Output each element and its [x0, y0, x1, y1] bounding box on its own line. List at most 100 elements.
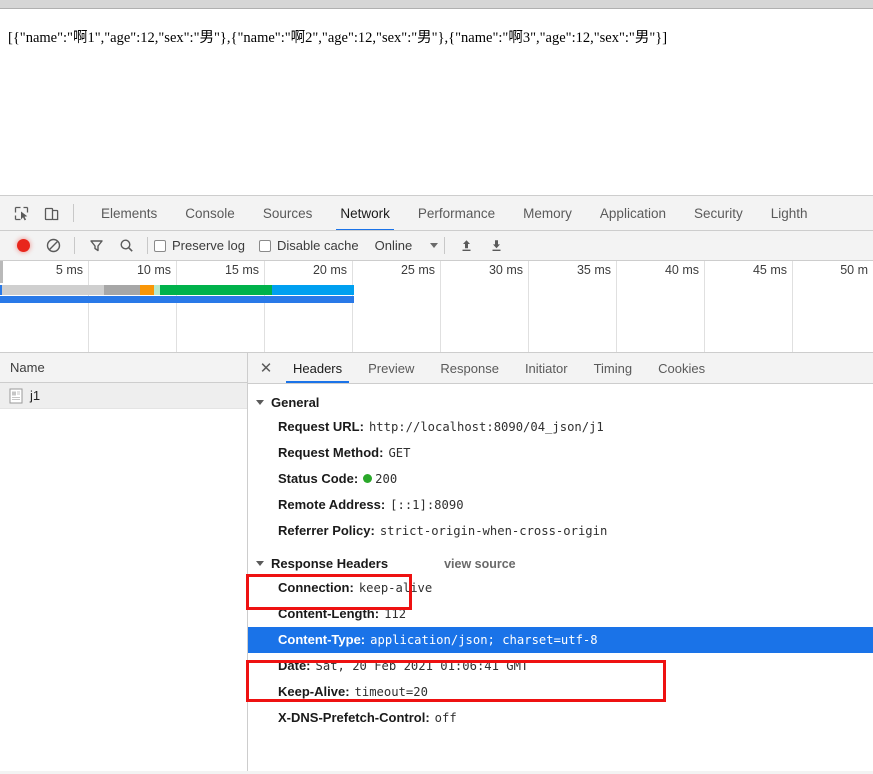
- section-general-title[interactable]: General: [248, 391, 873, 414]
- header-key: Content-Type:: [278, 632, 366, 647]
- close-icon[interactable]: ✕: [252, 353, 280, 383]
- request-row-j1[interactable]: j1: [0, 383, 247, 409]
- header-value: off: [434, 711, 457, 725]
- device-toolbar-icon[interactable]: [36, 198, 66, 228]
- chevron-down-icon: [430, 243, 439, 248]
- tab-label: Lighth: [770, 205, 808, 221]
- request-list-header[interactable]: Name: [0, 353, 247, 383]
- tab-label: Network: [340, 205, 390, 221]
- overview-tick-label: 20 ms: [312, 263, 347, 277]
- tab-label: Timing: [593, 360, 633, 376]
- overview-tick-label: 45 ms: [752, 263, 787, 277]
- network-overview[interactable]: 5 ms 10 ms 15 ms 20 ms 25 ms 30 ms 35 ms…: [0, 261, 873, 353]
- search-icon[interactable]: [111, 232, 141, 260]
- header-row-request-method[interactable]: Request Method: GET: [248, 440, 873, 466]
- tab-elements[interactable]: Elements: [87, 196, 171, 230]
- document-icon: [9, 388, 23, 404]
- toolbar-divider: [73, 204, 74, 222]
- tab-application[interactable]: Application: [586, 196, 680, 230]
- tab-sources[interactable]: Sources: [249, 196, 327, 230]
- header-key: Content-Length:: [278, 606, 380, 621]
- overview-tick-label: 10 ms: [136, 263, 171, 277]
- headers-body: General Request URL: http://localhost:80…: [248, 384, 873, 731]
- tab-label: Console: [185, 205, 235, 221]
- header-row-content-type[interactable]: Content-Type: application/json; charset=…: [248, 627, 873, 653]
- overview-tick-label: 50 m: [840, 263, 868, 277]
- header-row-content-length[interactable]: Content-Length: 112: [248, 601, 873, 627]
- tab-network[interactable]: Network: [326, 196, 404, 230]
- preserve-log-label: Preserve log: [172, 238, 245, 253]
- header-key: Keep-Alive:: [278, 684, 350, 699]
- devtools-panel-tabs: Elements Console Sources Network Perform…: [87, 196, 822, 230]
- devtools-main-toolbar: Elements Console Sources Network Perform…: [0, 196, 873, 231]
- section-response-headers-title[interactable]: Response Headers view source: [248, 552, 873, 575]
- tab-label: Cookies: [658, 360, 706, 376]
- network-lower-split: Name j1 ✕ Headers Preview Response Initi…: [0, 353, 873, 771]
- header-row-status-code[interactable]: Status Code: 200: [248, 466, 873, 492]
- header-key: Request Method:: [278, 445, 384, 460]
- header-value: 112: [384, 607, 407, 621]
- header-row-request-url[interactable]: Request URL: http://localhost:8090/04_js…: [248, 414, 873, 440]
- overview-tick-label: 25 ms: [400, 263, 435, 277]
- header-row-referrer-policy[interactable]: Referrer Policy: strict-origin-when-cros…: [248, 518, 873, 544]
- header-value: strict-origin-when-cross-origin: [379, 524, 608, 538]
- filter-icon[interactable]: [81, 232, 111, 260]
- inspect-element-icon[interactable]: [6, 198, 36, 228]
- overview-tick-label: 5 ms: [55, 263, 83, 277]
- header-value: application/json; charset=utf-8: [370, 633, 598, 647]
- import-har-icon[interactable]: [451, 232, 481, 260]
- header-value: 200: [375, 472, 398, 486]
- header-value: Sat, 20 Feb 2021 01:06:41 GMT: [315, 659, 529, 673]
- header-row-connection[interactable]: Connection: keep-alive: [248, 575, 873, 601]
- view-source-link[interactable]: view source: [444, 557, 516, 571]
- throttling-select[interactable]: Online: [373, 238, 439, 253]
- request-details-pane: ✕ Headers Preview Response Initiator Tim…: [248, 353, 873, 771]
- overview-bar-row-secondary: [0, 296, 873, 303]
- header-row-remote-address[interactable]: Remote Address: [::1]:8090: [248, 492, 873, 518]
- tab-preview[interactable]: Preview: [355, 353, 427, 383]
- header-row-date[interactable]: Date: Sat, 20 Feb 2021 01:06:41 GMT: [248, 653, 873, 679]
- header-key: Status Code:: [278, 471, 359, 486]
- record-icon[interactable]: [8, 232, 38, 260]
- chevron-down-icon: [256, 400, 264, 405]
- request-list: Name j1: [0, 353, 248, 771]
- page-json-response: [{"name":"啊1","age":12,"sex":"男"},{"name…: [8, 30, 668, 46]
- tab-label: Headers: [293, 360, 343, 376]
- tab-initiator[interactable]: Initiator: [512, 353, 581, 383]
- header-value: GET: [388, 446, 411, 460]
- tab-headers[interactable]: Headers: [280, 353, 355, 383]
- tab-label: Memory: [523, 205, 572, 221]
- rendered-page-area: [{"name":"啊1","age":12,"sex":"男"},{"name…: [0, 9, 873, 195]
- header-key: Remote Address:: [278, 497, 386, 512]
- request-name-label: j1: [30, 388, 41, 403]
- throttling-value: Online: [374, 238, 413, 253]
- export-har-icon[interactable]: [481, 232, 511, 260]
- checkbox-box: [154, 239, 166, 252]
- tab-security[interactable]: Security: [680, 196, 757, 230]
- overview-ruler: 5 ms 10 ms 15 ms 20 ms 25 ms 30 ms 35 ms…: [0, 261, 873, 352]
- overview-tick-label: 40 ms: [664, 263, 699, 277]
- header-key: Request URL:: [278, 419, 364, 434]
- toolbar-divider: [444, 237, 446, 254]
- tab-performance[interactable]: Performance: [404, 196, 509, 230]
- preserve-log-checkbox[interactable]: Preserve log: [154, 238, 245, 253]
- overview-waterfall-bars: [0, 285, 873, 303]
- clear-icon[interactable]: [38, 232, 68, 260]
- tab-lighthouse[interactable]: Lighth: [757, 196, 822, 230]
- overview-tick-label: 30 ms: [488, 263, 523, 277]
- tab-cookies[interactable]: Cookies: [645, 353, 718, 383]
- tab-console[interactable]: Console: [171, 196, 249, 230]
- tab-memory[interactable]: Memory: [509, 196, 586, 230]
- overview-tick-label: 15 ms: [224, 263, 259, 277]
- header-row-x-dns-prefetch-control[interactable]: X-DNS-Prefetch-Control: off: [248, 705, 873, 731]
- header-key: Date:: [278, 658, 311, 673]
- tab-timing[interactable]: Timing: [581, 353, 646, 383]
- screenshot-root: [{"name":"啊1","age":12,"sex":"男"},{"name…: [0, 0, 873, 774]
- toolbar-divider: [74, 237, 75, 254]
- overview-tick-label: 35 ms: [576, 263, 611, 277]
- header-value: http://localhost:8090/04_json/j1: [368, 420, 604, 434]
- section-title-label: General: [271, 395, 320, 410]
- header-row-keep-alive[interactable]: Keep-Alive: timeout=20: [248, 679, 873, 705]
- tab-response[interactable]: Response: [427, 353, 512, 383]
- disable-cache-checkbox[interactable]: Disable cache: [258, 238, 359, 253]
